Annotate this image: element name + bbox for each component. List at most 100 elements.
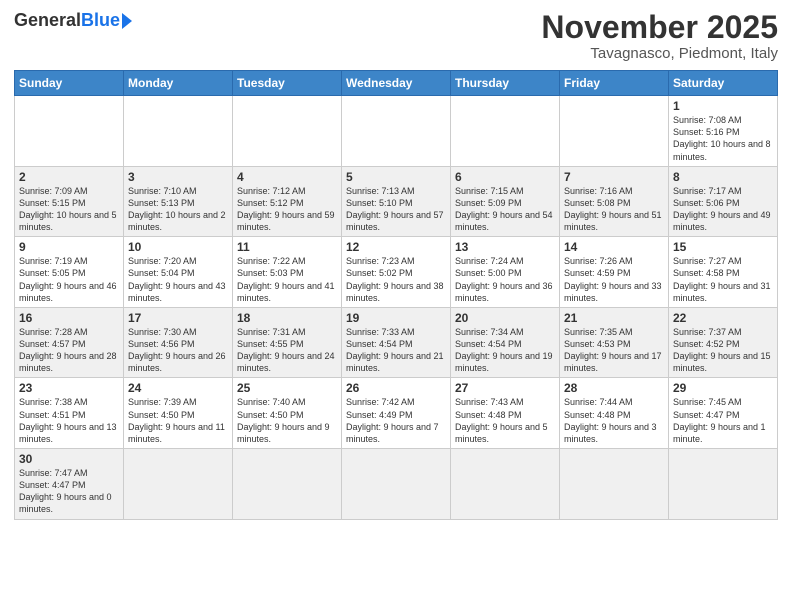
day-info: Sunrise: 7:33 AM Sunset: 4:54 PM Dayligh… bbox=[346, 326, 446, 375]
day-number: 14 bbox=[564, 240, 664, 254]
day-number: 18 bbox=[237, 311, 337, 325]
day-number: 24 bbox=[128, 381, 228, 395]
calendar-table: Sunday Monday Tuesday Wednesday Thursday… bbox=[14, 70, 778, 519]
table-row: 15Sunrise: 7:27 AM Sunset: 4:58 PM Dayli… bbox=[669, 237, 778, 308]
day-info: Sunrise: 7:17 AM Sunset: 5:06 PM Dayligh… bbox=[673, 185, 773, 234]
calendar-week-5: 23Sunrise: 7:38 AM Sunset: 4:51 PM Dayli… bbox=[15, 378, 778, 449]
day-info: Sunrise: 7:34 AM Sunset: 4:54 PM Dayligh… bbox=[455, 326, 555, 375]
calendar-title: November 2025 bbox=[541, 10, 778, 45]
day-number: 30 bbox=[19, 452, 119, 466]
table-row: 1Sunrise: 7:08 AM Sunset: 5:16 PM Daylig… bbox=[669, 96, 778, 167]
logo-triangle-icon bbox=[122, 13, 132, 29]
day-number: 7 bbox=[564, 170, 664, 184]
table-row: 6Sunrise: 7:15 AM Sunset: 5:09 PM Daylig… bbox=[451, 166, 560, 237]
calendar-week-3: 9Sunrise: 7:19 AM Sunset: 5:05 PM Daylig… bbox=[15, 237, 778, 308]
table-row: 11Sunrise: 7:22 AM Sunset: 5:03 PM Dayli… bbox=[233, 237, 342, 308]
day-info: Sunrise: 7:43 AM Sunset: 4:48 PM Dayligh… bbox=[455, 396, 555, 445]
table-row: 29Sunrise: 7:45 AM Sunset: 4:47 PM Dayli… bbox=[669, 378, 778, 449]
day-number: 17 bbox=[128, 311, 228, 325]
table-row: 27Sunrise: 7:43 AM Sunset: 4:48 PM Dayli… bbox=[451, 378, 560, 449]
table-row: 17Sunrise: 7:30 AM Sunset: 4:56 PM Dayli… bbox=[124, 307, 233, 378]
day-info: Sunrise: 7:15 AM Sunset: 5:09 PM Dayligh… bbox=[455, 185, 555, 234]
table-row: 3Sunrise: 7:10 AM Sunset: 5:13 PM Daylig… bbox=[124, 166, 233, 237]
day-info: Sunrise: 7:44 AM Sunset: 4:48 PM Dayligh… bbox=[564, 396, 664, 445]
calendar-week-1: 1Sunrise: 7:08 AM Sunset: 5:16 PM Daylig… bbox=[15, 96, 778, 167]
table-row: 20Sunrise: 7:34 AM Sunset: 4:54 PM Dayli… bbox=[451, 307, 560, 378]
day-number: 28 bbox=[564, 381, 664, 395]
day-number: 25 bbox=[237, 381, 337, 395]
day-info: Sunrise: 7:10 AM Sunset: 5:13 PM Dayligh… bbox=[128, 185, 228, 234]
day-info: Sunrise: 7:22 AM Sunset: 5:03 PM Dayligh… bbox=[237, 255, 337, 304]
table-row: 19Sunrise: 7:33 AM Sunset: 4:54 PM Dayli… bbox=[342, 307, 451, 378]
day-info: Sunrise: 7:12 AM Sunset: 5:12 PM Dayligh… bbox=[237, 185, 337, 234]
day-number: 8 bbox=[673, 170, 773, 184]
table-row bbox=[342, 449, 451, 520]
table-row bbox=[342, 96, 451, 167]
table-row: 13Sunrise: 7:24 AM Sunset: 5:00 PM Dayli… bbox=[451, 237, 560, 308]
table-row: 18Sunrise: 7:31 AM Sunset: 4:55 PM Dayli… bbox=[233, 307, 342, 378]
day-info: Sunrise: 7:37 AM Sunset: 4:52 PM Dayligh… bbox=[673, 326, 773, 375]
day-number: 22 bbox=[673, 311, 773, 325]
col-monday: Monday bbox=[124, 71, 233, 96]
header: General Blue November 2025 Tavagnasco, P… bbox=[14, 10, 778, 62]
table-row: 30Sunrise: 7:47 AM Sunset: 4:47 PM Dayli… bbox=[15, 449, 124, 520]
day-number: 16 bbox=[19, 311, 119, 325]
col-sunday: Sunday bbox=[15, 71, 124, 96]
day-number: 5 bbox=[346, 170, 446, 184]
table-row: 9Sunrise: 7:19 AM Sunset: 5:05 PM Daylig… bbox=[15, 237, 124, 308]
day-info: Sunrise: 7:42 AM Sunset: 4:49 PM Dayligh… bbox=[346, 396, 446, 445]
day-number: 4 bbox=[237, 170, 337, 184]
table-row: 7Sunrise: 7:16 AM Sunset: 5:08 PM Daylig… bbox=[560, 166, 669, 237]
table-row: 24Sunrise: 7:39 AM Sunset: 4:50 PM Dayli… bbox=[124, 378, 233, 449]
table-row: 16Sunrise: 7:28 AM Sunset: 4:57 PM Dayli… bbox=[15, 307, 124, 378]
table-row: 4Sunrise: 7:12 AM Sunset: 5:12 PM Daylig… bbox=[233, 166, 342, 237]
day-info: Sunrise: 7:40 AM Sunset: 4:50 PM Dayligh… bbox=[237, 396, 337, 445]
day-number: 26 bbox=[346, 381, 446, 395]
title-section: November 2025 Tavagnasco, Piedmont, Ital… bbox=[541, 10, 778, 62]
day-number: 10 bbox=[128, 240, 228, 254]
header-row: Sunday Monday Tuesday Wednesday Thursday… bbox=[15, 71, 778, 96]
day-number: 19 bbox=[346, 311, 446, 325]
day-info: Sunrise: 7:35 AM Sunset: 4:53 PM Dayligh… bbox=[564, 326, 664, 375]
day-info: Sunrise: 7:09 AM Sunset: 5:15 PM Dayligh… bbox=[19, 185, 119, 234]
day-info: Sunrise: 7:23 AM Sunset: 5:02 PM Dayligh… bbox=[346, 255, 446, 304]
table-row bbox=[124, 449, 233, 520]
col-tuesday: Tuesday bbox=[233, 71, 342, 96]
day-number: 29 bbox=[673, 381, 773, 395]
day-number: 27 bbox=[455, 381, 555, 395]
day-info: Sunrise: 7:13 AM Sunset: 5:10 PM Dayligh… bbox=[346, 185, 446, 234]
day-info: Sunrise: 7:47 AM Sunset: 4:47 PM Dayligh… bbox=[19, 467, 119, 516]
col-saturday: Saturday bbox=[669, 71, 778, 96]
table-row: 5Sunrise: 7:13 AM Sunset: 5:10 PM Daylig… bbox=[342, 166, 451, 237]
day-number: 2 bbox=[19, 170, 119, 184]
calendar-week-2: 2Sunrise: 7:09 AM Sunset: 5:15 PM Daylig… bbox=[15, 166, 778, 237]
day-info: Sunrise: 7:31 AM Sunset: 4:55 PM Dayligh… bbox=[237, 326, 337, 375]
day-info: Sunrise: 7:08 AM Sunset: 5:16 PM Dayligh… bbox=[673, 114, 773, 163]
day-info: Sunrise: 7:24 AM Sunset: 5:00 PM Dayligh… bbox=[455, 255, 555, 304]
day-number: 11 bbox=[237, 240, 337, 254]
table-row bbox=[124, 96, 233, 167]
table-row: 21Sunrise: 7:35 AM Sunset: 4:53 PM Dayli… bbox=[560, 307, 669, 378]
day-number: 21 bbox=[564, 311, 664, 325]
calendar-subtitle: Tavagnasco, Piedmont, Italy bbox=[541, 45, 778, 62]
day-info: Sunrise: 7:27 AM Sunset: 4:58 PM Dayligh… bbox=[673, 255, 773, 304]
table-row: 22Sunrise: 7:37 AM Sunset: 4:52 PM Dayli… bbox=[669, 307, 778, 378]
logo-general-text: General bbox=[14, 10, 81, 31]
table-row: 26Sunrise: 7:42 AM Sunset: 4:49 PM Dayli… bbox=[342, 378, 451, 449]
day-number: 9 bbox=[19, 240, 119, 254]
logo: General Blue bbox=[14, 10, 132, 31]
table-row bbox=[669, 449, 778, 520]
table-row bbox=[233, 96, 342, 167]
table-row bbox=[560, 96, 669, 167]
table-row: 8Sunrise: 7:17 AM Sunset: 5:06 PM Daylig… bbox=[669, 166, 778, 237]
day-info: Sunrise: 7:30 AM Sunset: 4:56 PM Dayligh… bbox=[128, 326, 228, 375]
table-row bbox=[451, 449, 560, 520]
col-thursday: Thursday bbox=[451, 71, 560, 96]
day-info: Sunrise: 7:26 AM Sunset: 4:59 PM Dayligh… bbox=[564, 255, 664, 304]
day-number: 1 bbox=[673, 99, 773, 113]
table-row: 2Sunrise: 7:09 AM Sunset: 5:15 PM Daylig… bbox=[15, 166, 124, 237]
day-info: Sunrise: 7:38 AM Sunset: 4:51 PM Dayligh… bbox=[19, 396, 119, 445]
day-number: 6 bbox=[455, 170, 555, 184]
day-number: 23 bbox=[19, 381, 119, 395]
table-row: 12Sunrise: 7:23 AM Sunset: 5:02 PM Dayli… bbox=[342, 237, 451, 308]
